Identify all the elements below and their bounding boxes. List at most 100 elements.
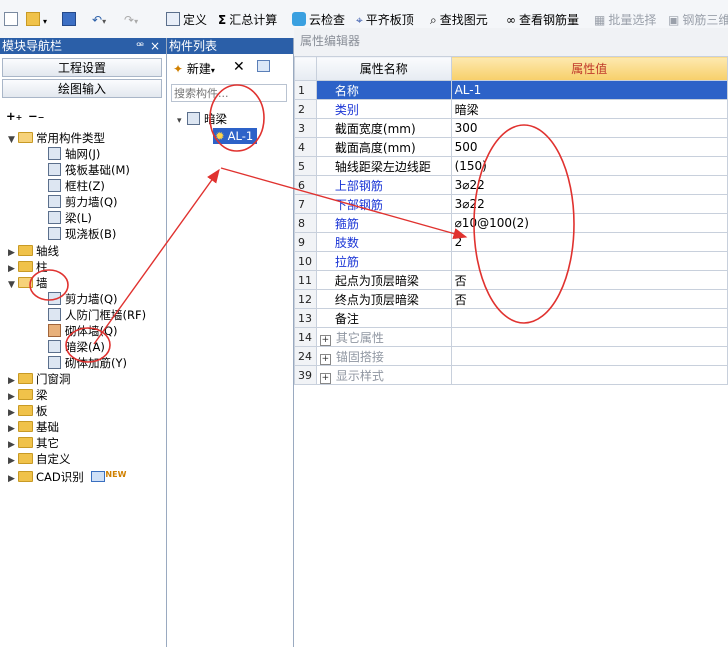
table-row[interactable]: 8 箍筋 ⌀10@100(2): [294, 213, 728, 233]
table-row[interactable]: 11 起点为顶层暗梁 否: [294, 270, 728, 290]
tree-axis[interactable]: ▶ 轴线: [8, 243, 59, 259]
open-folder-icon[interactable]: ▾: [26, 11, 47, 29]
tree-beam[interactable]: ▶ 梁: [8, 387, 48, 403]
module-nav-panel: 模块导航栏 ꟹ × 工程设置 绘图输入 ++ −− ▼ 常用构件类型 轴网(J) …: [0, 38, 167, 647]
col-header-value: 属性值: [450, 56, 728, 81]
tree-door-window[interactable]: ▶ 门窗洞: [8, 371, 71, 387]
folder-icon: [18, 245, 33, 256]
expand-all-icon[interactable]: ++: [6, 108, 22, 124]
sigma-icon: Σ: [218, 13, 227, 27]
tree-item-shear-wall[interactable]: 剪力墙(Q): [48, 194, 118, 210]
tree-item-beam[interactable]: 梁(L): [48, 210, 92, 226]
toolbar-batch-select-button[interactable]: ▦ 批量选择: [594, 11, 656, 29]
collapse-all-icon[interactable]: −−: [28, 108, 44, 124]
copy-icon[interactable]: [257, 60, 270, 72]
folder-icon: [18, 373, 33, 384]
tree-slab[interactable]: ▶ 板: [8, 403, 48, 419]
folder-icon: [18, 405, 33, 416]
table-row[interactable]: 10 拉筋: [294, 251, 728, 271]
component-search-input[interactable]: [171, 84, 287, 102]
table-row[interactable]: 24 + 锚固搭接: [294, 346, 728, 366]
tree-item-masonry-wall[interactable]: 砌体墙(Q): [48, 323, 118, 339]
toolbar-summary-button[interactable]: Σ 汇总计算: [218, 11, 277, 29]
undo-icon[interactable]: ↶▾: [92, 11, 106, 29]
tree-column[interactable]: ▶ 柱: [8, 259, 48, 275]
component-category-hidden-beam[interactable]: ▾ 暗梁: [177, 111, 227, 127]
chevron-down-icon[interactable]: ▾: [177, 113, 187, 129]
tree-item-hidden-beam[interactable]: 暗梁(A): [48, 339, 105, 355]
folder-icon: [18, 389, 33, 400]
redo-icon[interactable]: ↷▾: [124, 11, 138, 29]
folder-icon: [18, 421, 33, 432]
new-component-button[interactable]: ✦ 新建▾: [173, 60, 215, 77]
gear-icon: ✹: [215, 129, 225, 143]
tree-item-raft[interactable]: 筏板基础(M): [48, 162, 130, 178]
cloud-check-icon: [292, 12, 306, 26]
expand-plus-icon[interactable]: +: [319, 372, 331, 384]
close-icon[interactable]: ×: [150, 38, 160, 54]
table-row[interactable]: 4 截面高度(mm) 500: [294, 137, 728, 157]
toolbar-view-rebar-button[interactable]: ∞ 查看钢筋量: [506, 11, 579, 29]
tree-custom[interactable]: ▶ 自定义: [8, 451, 71, 467]
save-icon[interactable]: [62, 11, 79, 29]
toolbar-define-button[interactable]: 定义: [166, 11, 207, 29]
new-badge: NEW: [105, 470, 127, 479]
table-row[interactable]: 2 类别 暗梁: [294, 99, 728, 119]
tree-foundation[interactable]: ▶ 基础: [8, 419, 59, 435]
component-list-header: 构件列表: [167, 38, 293, 54]
component-item-al1[interactable]: ✹ AL-1: [213, 128, 258, 144]
col-header-name: 属性名称: [315, 56, 452, 81]
table-row[interactable]: 9 肢数 2: [294, 232, 728, 252]
raft-icon: [48, 163, 61, 176]
property-editor-title: 属性编辑器: [294, 28, 728, 56]
tree-item-grid[interactable]: 轴网(J): [48, 146, 100, 162]
module-nav-title: 模块导航栏: [2, 39, 63, 53]
table-row[interactable]: 39 + 显示样式: [294, 365, 728, 385]
folder-icon: [18, 437, 33, 448]
toolbar-rebar-3d-button[interactable]: ▣ 钢筋三维: [668, 11, 728, 29]
hidden-beam-icon: [48, 340, 61, 353]
table-row[interactable]: 13 备注: [294, 308, 728, 328]
property-table: 属性名称 属性值 1 名称 AL-1 2 类别 暗梁 3 截面宽度(mm) 30…: [294, 56, 728, 385]
expand-plus-icon[interactable]: +: [319, 334, 331, 346]
table-row[interactable]: 3 截面宽度(mm) 300: [294, 118, 728, 138]
folder-open-icon: [18, 277, 33, 288]
table-row[interactable]: 1 名称 AL-1: [294, 80, 728, 100]
toolbar-flush-top-button[interactable]: ⌖ 平齐板顶: [356, 11, 414, 29]
tree-item-slab[interactable]: 现浇板(B): [48, 226, 116, 242]
project-settings-button[interactable]: 工程设置: [2, 58, 162, 77]
chevron-down-icon[interactable]: ▼: [8, 277, 18, 293]
folder-icon: [18, 261, 33, 272]
delete-icon[interactable]: ✕: [233, 59, 245, 75]
expand-plus-icon[interactable]: +: [319, 353, 331, 365]
table-row[interactable]: 6 上部钢筋 3⌀22: [294, 175, 728, 195]
toolbar-cloud-check-button[interactable]: 云检查: [292, 11, 345, 29]
property-table-header: 属性名称 属性值: [294, 56, 728, 81]
toolbar-find-button[interactable]: ⌕ 查找图元: [430, 11, 488, 29]
table-row[interactable]: 7 下部钢筋 3⌀22: [294, 194, 728, 214]
door-frame-wall-icon: [48, 308, 61, 321]
table-row[interactable]: 12 终点为顶层暗梁 否: [294, 289, 728, 309]
pin-icon[interactable]: ꟹ: [136, 38, 144, 54]
grid-icon: [48, 147, 61, 160]
property-editor-panel: 属性编辑器 属性名称 属性值 1 名称 AL-1 2 类别 暗梁 3 截面宽度(…: [294, 28, 728, 647]
tree-cad-recognition[interactable]: ▶ CAD识别 NEW: [8, 467, 127, 484]
tree-item-masonry-rebar[interactable]: 砌体加筋(Y): [48, 355, 127, 371]
tree-item-shear-wall-2[interactable]: 剪力墙(Q): [48, 291, 118, 307]
shear-wall-icon: [48, 195, 61, 208]
drawing-input-button[interactable]: 绘图输入: [2, 79, 162, 98]
tree-wall[interactable]: ▼ 墙: [8, 275, 48, 291]
masonry-rebar-icon: [48, 356, 61, 369]
glasses-icon: ∞: [506, 13, 516, 27]
chevron-down-icon[interactable]: ▼: [8, 132, 18, 148]
folder-icon: [18, 471, 33, 482]
row-number-header: [294, 56, 317, 81]
tree-item-civil-defense-wall[interactable]: 人防门框墙(RF): [48, 307, 146, 323]
tree-common-types[interactable]: ▼ 常用构件类型: [8, 130, 105, 146]
table-row[interactable]: 14 + 其它属性: [294, 327, 728, 347]
table-row[interactable]: 5 轴线距梁左边线距 (150): [294, 156, 728, 176]
tree-item-frame-column[interactable]: 框柱(Z): [48, 178, 105, 194]
tree-other[interactable]: ▶ 其它: [8, 435, 59, 451]
chevron-right-icon[interactable]: ▶: [8, 471, 18, 487]
new-icon[interactable]: [4, 11, 21, 29]
